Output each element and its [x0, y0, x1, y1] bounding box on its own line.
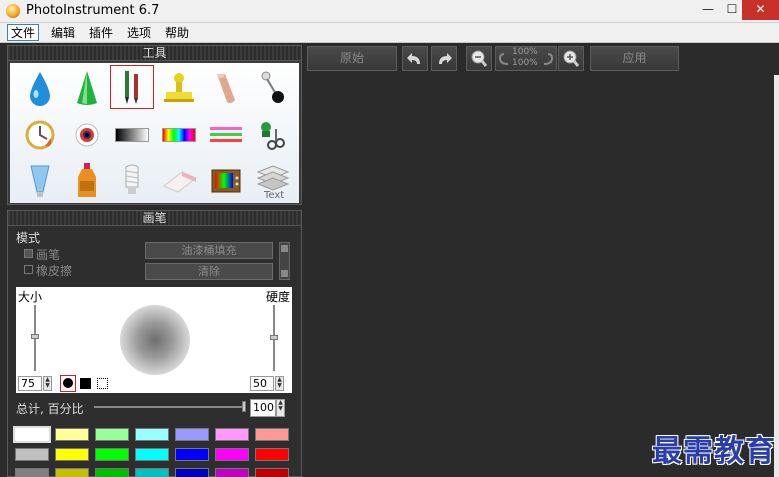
brush-panel: 画笔 模式 画笔 橡皮擦 油漆桶填充 清除 大小 硬度 75 ▲ ▼ 50 ▲ ▼ … — [7, 210, 302, 477]
total-input[interactable]: 100 — [250, 399, 276, 417]
color-swatch[interactable] — [135, 448, 169, 461]
svg-text:Text: Text — [263, 190, 284, 200]
brush-preview-area: 大小 硬度 75 ▲ ▼ 50 ▲ ▼ — [16, 287, 292, 393]
color-swatch[interactable] — [175, 448, 209, 461]
gradient-tool-icon[interactable] — [110, 113, 154, 157]
close-button[interactable]: ✕ — [742, 0, 779, 20]
menu-help[interactable]: 帮助 — [162, 25, 192, 42]
color-swatch[interactable] — [55, 428, 89, 441]
water-drop-tool-icon[interactable] — [18, 66, 62, 110]
hardness-spinner[interactable]: ▲ ▼ — [275, 376, 284, 391]
hardness-label: 硬度 — [265, 290, 290, 304]
menu-bar: 文件 编辑 插件 选项 帮助 — [0, 23, 779, 43]
eraser-mode-label: 橡皮擦 — [36, 264, 73, 278]
mode-scroll[interactable] — [279, 242, 290, 280]
color-swatch[interactable] — [55, 468, 89, 477]
zoom-level-bottom: 100% — [512, 58, 538, 68]
tools-grid: Text — [10, 63, 299, 203]
round-brush-shape-button[interactable] — [60, 375, 76, 392]
stamp-tool-icon[interactable] — [157, 66, 201, 110]
menu-file[interactable]: 文件 — [7, 24, 40, 41]
brush-mode-radio[interactable] — [24, 249, 33, 258]
color-swatch[interactable] — [135, 468, 169, 477]
menu-edit[interactable]: 编辑 — [48, 25, 78, 42]
zoom-in-icon[interactable] — [558, 46, 584, 71]
rainbow-tool-icon[interactable] — [157, 113, 201, 157]
zoom-level-top: 100% — [512, 47, 538, 57]
menu-options[interactable]: 选项 — [124, 25, 154, 42]
bottle-tool-icon[interactable] — [65, 159, 109, 203]
color-swatch[interactable] — [13, 426, 51, 443]
eraser-mode-radio[interactable] — [24, 265, 33, 274]
tv-tool-icon[interactable] — [204, 159, 248, 203]
scissors-tool-icon[interactable] — [251, 113, 295, 157]
eraser-tool-icon[interactable] — [157, 159, 201, 203]
total-percent-label: 总计, 百分比 — [16, 402, 84, 416]
cone-tool-icon[interactable] — [65, 66, 109, 110]
color-swatch[interactable] — [255, 468, 289, 477]
color-swatch[interactable] — [95, 428, 129, 441]
finger-tool-icon[interactable] — [204, 66, 248, 110]
undo-icon[interactable] — [402, 46, 428, 71]
redo-icon[interactable] — [431, 46, 457, 71]
title-bar: PhotoInstrument 6.7 — ☐ ✕ — [0, 0, 779, 23]
color-swatch[interactable] — [215, 468, 249, 477]
color-swatch[interactable] — [15, 468, 49, 477]
zoom-out-icon[interactable] — [466, 46, 492, 71]
color-swatch[interactable] — [215, 428, 249, 441]
total-slider-track[interactable] — [94, 406, 246, 408]
menu-plugins[interactable]: 插件 — [86, 25, 116, 42]
brush-tool-icon[interactable] — [110, 65, 154, 109]
pin-tool-icon[interactable] — [251, 66, 295, 110]
total-slider-thumb[interactable] — [242, 401, 246, 412]
watermark-text: 最需教育 — [652, 434, 776, 469]
color-swatch[interactable] — [15, 448, 49, 461]
brush-panel-header: 画笔 — [8, 211, 301, 226]
size-label: 大小 — [18, 290, 43, 304]
app-logo-icon — [6, 4, 20, 18]
text-layers-tool-icon[interactable]: Text — [251, 159, 295, 203]
apply-button[interactable]: 应用 — [590, 46, 679, 71]
bucket-fill-button[interactable]: 油漆桶填充 — [145, 242, 273, 259]
clear-button[interactable]: 清除 — [145, 263, 273, 280]
mode-label: 模式 — [16, 231, 41, 245]
color-swatch[interactable] — [175, 468, 209, 477]
color-swatch[interactable] — [95, 448, 129, 461]
eye-tool-icon[interactable] — [65, 113, 109, 157]
color-swatch[interactable] — [135, 428, 169, 441]
total-spinner[interactable]: ▲ ▼ — [276, 399, 285, 417]
color-swatch[interactable] — [55, 448, 89, 461]
size-spinner[interactable]: ▲ ▼ — [43, 376, 52, 391]
size-input[interactable]: 75 — [18, 376, 42, 391]
color-swatch[interactable] — [255, 448, 289, 461]
clock-tool-icon[interactable] — [18, 113, 62, 157]
color-swatch[interactable] — [95, 468, 129, 477]
dotted-brush-shape-button[interactable] — [97, 378, 108, 389]
lines-tool-icon[interactable] — [204, 113, 248, 157]
brush-preview-circle — [120, 305, 190, 375]
tools-panel-header: 工具 — [8, 46, 301, 61]
canvas-scrollbar[interactable] — [774, 75, 779, 477]
hardness-slider-thumb[interactable] — [270, 335, 278, 340]
glass-tool-icon[interactable] — [18, 159, 62, 203]
color-swatch[interactable] — [175, 428, 209, 441]
tools-panel: 工具 Text — [7, 45, 302, 205]
window-title: PhotoInstrument 6.7 — [26, 3, 160, 18]
square-brush-shape-button[interactable] — [80, 378, 91, 389]
hardness-input[interactable]: 50 — [250, 376, 274, 391]
zoom-level-readout: 100% 100% — [512, 47, 538, 69]
brush-mode-label: 画笔 — [36, 248, 61, 262]
original-button[interactable]: 原始 — [307, 46, 397, 71]
bulb-tool-icon[interactable] — [110, 159, 154, 203]
color-swatch[interactable] — [255, 428, 289, 441]
size-slider-thumb[interactable] — [31, 334, 39, 339]
color-swatch[interactable] — [215, 448, 249, 461]
